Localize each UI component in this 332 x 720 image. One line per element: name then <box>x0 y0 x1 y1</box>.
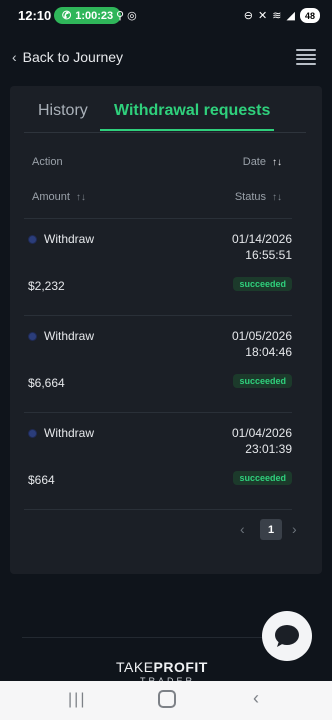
header-status: Status <box>234 191 266 203</box>
header-status-sort[interactable]: Status ↑↓ <box>235 191 282 203</box>
chevron-left-icon: ‹ <box>12 49 17 65</box>
call-timer: 1:00:23 <box>75 9 114 22</box>
status-bar: 12:10 ✆ 1:00:23 ⚲ ◎ ⊖ ✕ ≋ ◢ 48 <box>0 0 332 32</box>
row-amount: $2,232 <box>28 279 65 293</box>
app-header: ‹ Back to Journey <box>0 36 332 80</box>
row-date: 01/04/2026 23:01:39 <box>192 425 292 457</box>
row-date-time: 23:01:39 <box>245 442 292 456</box>
menu-line <box>296 58 316 61</box>
pagination: ‹ 1 › <box>10 518 322 542</box>
home-icon[interactable] <box>158 690 176 708</box>
row-date-time: 16:55:51 <box>245 248 292 262</box>
page-number-button[interactable]: 1 <box>260 519 282 540</box>
logo-regular: TAKE <box>116 659 154 675</box>
sort-desc-icon: ↑↓ <box>272 157 282 168</box>
call-timer-pill[interactable]: ✆ 1:00:23 <box>54 7 122 24</box>
row-date: 01/05/2026 18:04:46 <box>192 328 292 360</box>
status-badge: succeeded <box>233 471 292 485</box>
row-date-time: 18:04:46 <box>245 345 292 359</box>
system-nav-bar: ||| ‹ <box>0 681 332 720</box>
menu-line <box>296 49 316 51</box>
next-page-icon[interactable]: › <box>292 521 297 537</box>
notification-icons: ⚲ ◎ <box>116 9 137 22</box>
instagram-icon: ◎ <box>127 10 137 22</box>
header-amount: Amount <box>32 191 70 203</box>
row-date-day: 01/14/2026 <box>231 232 292 246</box>
status-badge: succeeded <box>233 374 292 388</box>
row-amount: $664 <box>28 473 55 487</box>
row-date-day: 01/04/2026 <box>231 426 292 440</box>
brand-logo: TAKEPROFIT <box>116 659 236 675</box>
prev-page-icon[interactable]: ‹ <box>240 521 245 537</box>
header-amount-sort[interactable]: Amount ↑↓ <box>32 191 86 203</box>
recent-apps-icon[interactable]: ||| <box>68 691 86 709</box>
table-row[interactable]: Withdraw 01/04/2026 23:01:39 $664 succee… <box>24 413 292 510</box>
logo-bold: PROFIT <box>153 659 208 675</box>
chat-bubble-icon <box>275 625 299 647</box>
row-action: Withdraw <box>44 329 95 343</box>
tab-bar: History Withdrawal requests <box>24 86 306 133</box>
signal-icon: ◢ <box>286 10 296 22</box>
status-dot-icon <box>29 236 36 243</box>
status-dot-icon <box>29 333 36 340</box>
status-time: 12:10 <box>18 8 52 23</box>
header-date: Date <box>242 156 266 168</box>
withdrawals-card: History Withdrawal requests Action Date ↑… <box>10 86 322 574</box>
tab-history[interactable]: History <box>38 102 88 120</box>
back-to-journey-link[interactable]: ‹ Back to Journey <box>12 49 123 65</box>
menu-line <box>296 53 316 56</box>
row-action: Withdraw <box>44 232 95 246</box>
table-row[interactable]: Withdraw 01/05/2026 18:04:46 $6,664 succ… <box>24 316 292 413</box>
sort-icon: ↑↓ <box>272 192 282 203</box>
status-dot-icon <box>29 430 36 437</box>
chat-button[interactable] <box>262 611 312 661</box>
row-amount: $6,664 <box>28 376 65 390</box>
row-date: 01/14/2026 16:55:51 <box>192 231 292 263</box>
tab-withdrawal-requests[interactable]: Withdrawal requests <box>114 102 270 120</box>
dnd-icon: ⊖ <box>243 10 254 22</box>
active-tab-indicator <box>100 129 274 131</box>
header-action: Action <box>32 156 63 168</box>
back-icon[interactable]: ‹ <box>253 688 259 709</box>
sort-icon: ↑↓ <box>75 192 86 203</box>
back-label: Back to Journey <box>22 49 124 65</box>
status-badge: succeeded <box>233 277 292 291</box>
system-icons: ⊖ ✕ ≋ ◢ <box>244 9 296 22</box>
phone-icon: ✆ <box>62 10 72 22</box>
row-date-day: 01/05/2026 <box>231 329 292 343</box>
wifi-icon: ≋ <box>272 10 283 22</box>
antenna-icon: ⚲ <box>116 10 125 22</box>
menu-icon[interactable] <box>296 49 316 65</box>
battery-indicator: 48 <box>300 8 320 23</box>
mute-icon: ✕ <box>257 10 269 22</box>
table-row[interactable]: Withdraw 01/14/2026 16:55:51 $2,232 succ… <box>24 219 292 316</box>
header-date-sort[interactable]: Date ↑↓ <box>243 156 282 168</box>
table-header: Action Date ↑↓ Amount ↑↓ Status ↑↓ <box>24 142 292 219</box>
menu-line <box>296 62 316 65</box>
row-action: Withdraw <box>44 426 95 440</box>
